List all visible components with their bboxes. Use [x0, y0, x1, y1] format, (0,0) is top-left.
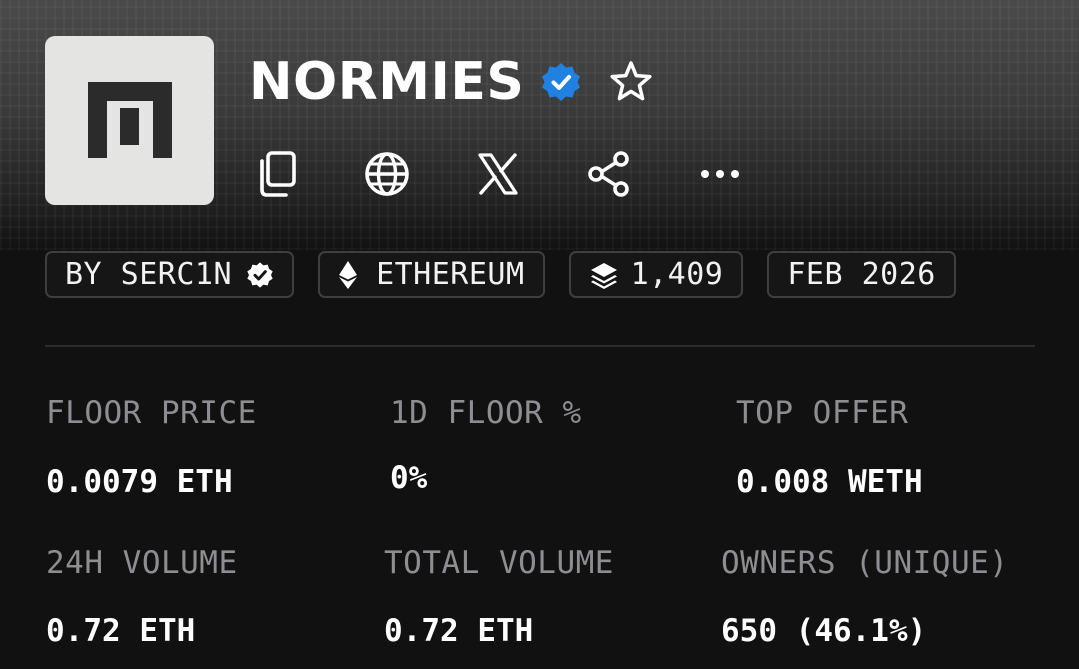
creator-verified-icon — [247, 261, 273, 288]
owners-stat: OWNERS (UNIQUE) — [721, 545, 1008, 581]
favorite-star-icon[interactable] — [608, 59, 654, 105]
floor-price-label: FLOOR PRICE — [46, 395, 257, 431]
share-button[interactable] — [583, 148, 635, 200]
top-offer-value-wrap: 0.008 WETH — [736, 464, 923, 500]
floor-change-value-wrap: 0% — [390, 460, 427, 496]
top-offer-value: 0.008 WETH — [736, 464, 923, 500]
volume-24h-value-wrap: 0.72 ETH — [46, 613, 195, 649]
top-offer-label: TOP OFFER — [736, 395, 909, 431]
website-button[interactable] — [361, 148, 413, 200]
chain-label: ETHEREUM — [376, 257, 525, 292]
volume-24h-value: 0.72 ETH — [46, 613, 196, 649]
collection-actions — [250, 148, 746, 200]
owners-value-wrap: 650 (46.1%) — [721, 613, 926, 649]
creator-label: BY SERC1N — [65, 257, 233, 292]
total-volume-label: TOTAL VOLUME — [384, 545, 614, 581]
floor-price-value-wrap: 0.0079 ETH — [46, 464, 233, 500]
normies-logo-mark — [88, 82, 172, 158]
more-icon — [701, 170, 739, 178]
more-options-button[interactable] — [694, 148, 746, 200]
item-count-badge: 1,409 — [568, 251, 744, 298]
x-logo-icon — [478, 153, 518, 195]
copy-button[interactable] — [250, 148, 302, 200]
ethereum-icon — [339, 260, 358, 289]
collection-logo — [45, 36, 214, 205]
globe-icon — [365, 152, 409, 196]
floor-price-stat: FLOOR PRICE — [46, 395, 257, 431]
floor-change-label: 1D FLOOR % — [390, 395, 582, 431]
creator-badge[interactable]: BY SERC1N — [45, 251, 295, 298]
collection-name: NORMIES — [249, 52, 525, 112]
section-divider — [45, 345, 1035, 347]
created-date-badge: FEB 2026 — [767, 251, 956, 298]
floor-price-value: 0.0079 ETH — [46, 464, 233, 500]
item-count: 1,409 — [630, 257, 724, 292]
created-date: FEB 2026 — [787, 257, 936, 292]
chain-badge[interactable]: ETHEREUM — [318, 251, 545, 298]
copy-icon — [260, 151, 296, 197]
collection-badges: BY SERC1N ETHEREUM 1,409 FEB 2026 — [45, 251, 956, 298]
total-volume-stat: TOTAL VOLUME — [384, 545, 614, 581]
total-volume-value-wrap: 0.72 ETH — [384, 613, 533, 649]
top-offer-stat: TOP OFFER — [736, 395, 908, 431]
collection-header: NORMIES — [249, 52, 654, 112]
floor-change-value: 0% — [390, 460, 428, 496]
owners-label: OWNERS (UNIQUE) — [721, 545, 1009, 581]
total-volume-value: 0.72 ETH — [384, 613, 534, 649]
volume-24h-label: 24H VOLUME — [46, 545, 238, 581]
share-icon — [588, 151, 629, 197]
floor-change-stat: 1D FLOOR % — [390, 395, 582, 431]
x-profile-button[interactable] — [472, 148, 524, 200]
layers-icon — [590, 262, 617, 289]
verified-badge-icon — [540, 61, 582, 103]
owners-value: 650 (46.1%) — [721, 613, 927, 649]
volume-24h-stat: 24H VOLUME — [46, 545, 238, 581]
